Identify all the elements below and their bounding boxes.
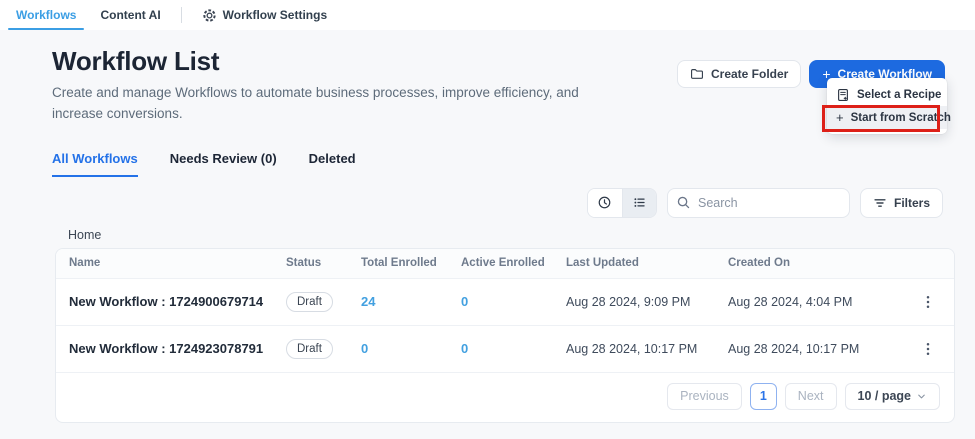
- page-size-select[interactable]: 10 / page: [845, 383, 941, 410]
- plus-icon: +: [836, 110, 844, 125]
- active-enrolled-link[interactable]: 0: [461, 341, 566, 356]
- list-view-button[interactable]: [622, 189, 656, 217]
- next-page-button[interactable]: Next: [785, 383, 837, 410]
- page-subtitle: Create and manage Workflows to automate …: [52, 83, 592, 125]
- view-toggle-group: [587, 188, 657, 218]
- actions-cell: [901, 337, 954, 361]
- nav-item-label: Content AI: [100, 8, 160, 22]
- folder-icon: [690, 67, 704, 81]
- column-header-total-enrolled: Total Enrolled: [361, 257, 461, 269]
- row-menu-kebab-icon[interactable]: [915, 290, 941, 314]
- created-on-value: Aug 28 2024, 10:17 PM: [728, 342, 901, 356]
- total-enrolled-link[interactable]: 24: [361, 294, 461, 309]
- workflow-tabs: All Workflows Needs Review (0) Deleted: [52, 151, 945, 177]
- create-folder-label: Create Folder: [711, 67, 788, 81]
- recipe-icon: [836, 88, 850, 102]
- nav-divider: [181, 7, 182, 23]
- clock-icon: [597, 195, 612, 210]
- column-header-created-on: Created On: [728, 257, 901, 269]
- status-badge: Draft: [286, 292, 333, 312]
- nav-item-content-ai[interactable]: Content AI: [88, 0, 172, 30]
- search-wrap: [667, 188, 850, 218]
- create-folder-button[interactable]: Create Folder: [677, 60, 801, 88]
- filters-label: Filters: [894, 196, 930, 210]
- table-toolbar: Filters: [52, 188, 943, 218]
- menu-item-start-from-scratch[interactable]: + Start from Scratch: [827, 106, 947, 129]
- table-row: New Workflow : 1724923078791 Draft 0 0 A…: [56, 326, 954, 373]
- page-size-label: 10 / page: [858, 389, 912, 403]
- status-badge: Draft: [286, 339, 333, 359]
- column-header-last-updated: Last Updated: [566, 257, 728, 269]
- gear-icon: [202, 8, 217, 23]
- nav-item-label: Workflow Settings: [223, 8, 327, 22]
- row-menu-kebab-icon[interactable]: [915, 337, 941, 361]
- top-nav: Workflows Content AI Workflow Settings: [0, 0, 975, 30]
- tab-all-workflows[interactable]: All Workflows: [52, 151, 138, 177]
- nav-item-workflow-settings[interactable]: Workflow Settings: [190, 0, 339, 30]
- status-cell: Draft: [286, 292, 361, 312]
- tab-needs-review[interactable]: Needs Review (0): [170, 151, 277, 177]
- status-cell: Draft: [286, 339, 361, 359]
- table-header-row: Name Status Total Enrolled Active Enroll…: [56, 249, 954, 279]
- table-row: New Workflow : 1724900679714 Draft 24 0 …: [56, 279, 954, 326]
- current-page-button[interactable]: 1: [750, 383, 777, 410]
- workflow-name-link[interactable]: New Workflow : 1724900679714: [69, 294, 286, 309]
- total-enrolled-link[interactable]: 0: [361, 341, 461, 356]
- column-header-name: Name: [69, 257, 286, 269]
- menu-item-label: Start from Scratch: [851, 112, 951, 124]
- created-on-value: Aug 28 2024, 4:04 PM: [728, 295, 901, 309]
- workflow-name-link[interactable]: New Workflow : 1724923078791: [69, 341, 286, 356]
- breadcrumb[interactable]: Home: [68, 228, 975, 242]
- menu-item-label: Select a Recipe: [857, 89, 941, 101]
- search-icon: [676, 195, 691, 210]
- column-header-active-enrolled: Active Enrolled: [461, 257, 566, 269]
- history-view-button[interactable]: [588, 189, 622, 217]
- workflow-table-card: Name Status Total Enrolled Active Enroll…: [55, 248, 955, 423]
- pagination: Previous 1 Next 10 / page: [56, 373, 954, 422]
- column-header-status: Status: [286, 257, 361, 269]
- menu-item-select-a-recipe[interactable]: Select a Recipe: [827, 83, 947, 106]
- search-input[interactable]: [667, 188, 850, 218]
- active-enrolled-link[interactable]: 0: [461, 294, 566, 309]
- last-updated-value: Aug 28 2024, 10:17 PM: [566, 342, 728, 356]
- create-workflow-dropdown: Select a Recipe + Start from Scratch: [827, 78, 947, 134]
- actions-cell: [901, 290, 954, 314]
- previous-page-button[interactable]: Previous: [667, 383, 742, 410]
- nav-item-label: Workflows: [16, 8, 76, 22]
- last-updated-value: Aug 28 2024, 9:09 PM: [566, 295, 728, 309]
- nav-item-workflows[interactable]: Workflows: [4, 0, 88, 30]
- chevron-down-icon: [916, 391, 927, 402]
- list-icon: [632, 195, 647, 210]
- tab-deleted[interactable]: Deleted: [309, 151, 356, 177]
- filter-icon: [873, 196, 887, 210]
- filters-button[interactable]: Filters: [860, 188, 943, 218]
